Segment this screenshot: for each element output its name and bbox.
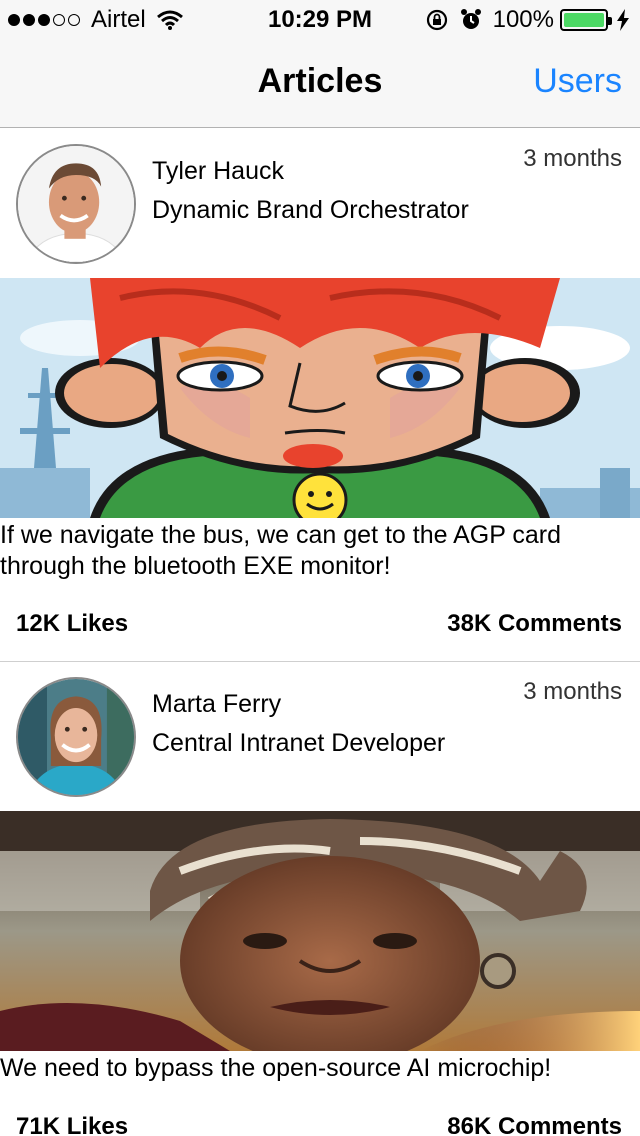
author-title: Dynamic Brand Orchestrator [152,196,469,224]
time-ago: 3 months [523,145,622,172]
woman-portrait-icon [18,679,134,795]
likes-count[interactable]: 71K Likes [16,1113,128,1136]
article-body: We need to bypass the open-source AI mic… [0,1054,552,1082]
avatar[interactable] [16,677,136,797]
article-header: Marta Ferry Central Intranet Developer 3… [0,662,640,811]
users-button[interactable]: Users [533,62,622,101]
comments-count[interactable]: 86K Comments [447,1113,622,1136]
author-name[interactable]: Marta Ferry [152,690,281,719]
article-feed[interactable]: Tyler Hauck Dynamic Brand Orchestrator 3… [0,129,640,1136]
article-image[interactable] [0,811,640,1051]
article-image[interactable] [0,278,640,518]
article-card[interactable]: Marta Ferry Central Intranet Developer 3… [0,662,640,1136]
navigation-bar: Articles Users [0,40,640,128]
battery-fill [564,13,604,27]
battery-cap [608,17,612,25]
alarm-clock-icon [460,9,481,29]
man-portrait-icon [18,146,134,262]
status-bar: Airtel 10:29 PM 100% [0,0,640,40]
battery-icon [560,9,612,31]
article-card[interactable]: Tyler Hauck Dynamic Brand Orchestrator 3… [0,129,640,662]
rotation-lock-icon [426,9,447,31]
charging-bolt-icon [617,9,629,31]
avatar[interactable] [16,144,136,264]
author-name[interactable]: Tyler Hauck [152,157,284,186]
article-header: Tyler Hauck Dynamic Brand Orchestrator 3… [0,129,640,278]
article-body: If we navigate the bus, we can get to th… [0,521,561,580]
likes-count[interactable]: 12K Likes [16,610,128,638]
author-title: Central Intranet Developer [152,729,446,757]
status-right: 100% [425,6,630,34]
comments-count[interactable]: 38K Comments [447,610,622,638]
battery-percent: 100% [492,6,554,33]
time-ago: 3 months [523,678,622,705]
cartoon-boy-image [0,278,640,518]
woman-headwrap-photo [0,811,640,1051]
